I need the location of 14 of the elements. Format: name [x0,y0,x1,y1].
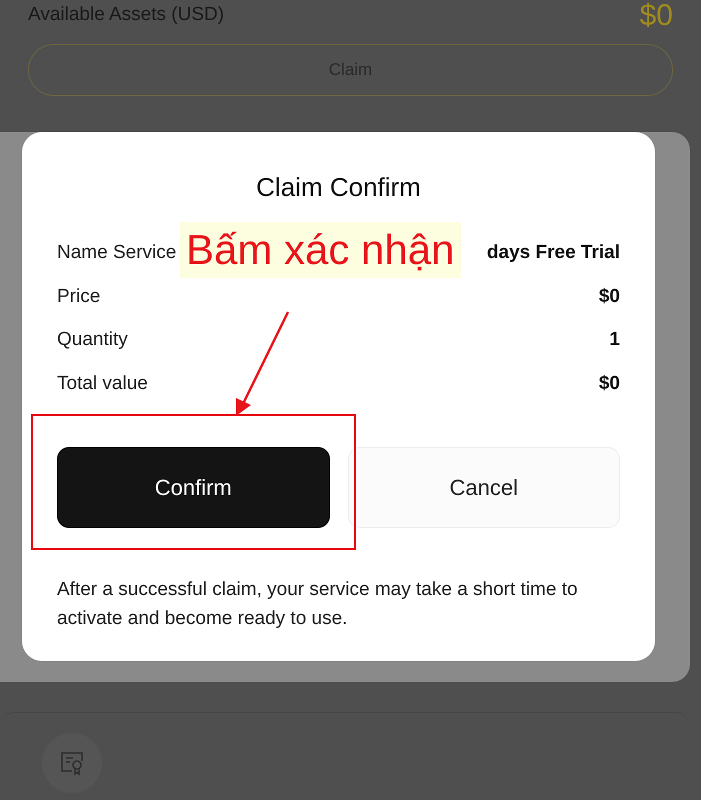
assets-value: $0 [640,0,673,34]
row-label: Price [57,284,100,308]
info-note: After a successful claim, your service may take a short time to activate and become ready to use. [57,578,579,630]
dialog-title: Claim Confirm [255,171,422,204]
row-label: Total value [57,372,148,396]
row-label: Quantity [57,328,128,352]
row-label: Name Service [57,241,176,265]
row-value: $0 [598,372,620,396]
confirm-button[interactable]: Confirm [57,447,330,528]
cancel-button[interactable]: Cancel [348,447,620,528]
row-value: 1 [609,328,620,352]
row-value: days Free Trial [486,241,620,265]
row-value: $0 [598,284,620,308]
annotation-text: Bấm xác nhận [180,222,460,278]
